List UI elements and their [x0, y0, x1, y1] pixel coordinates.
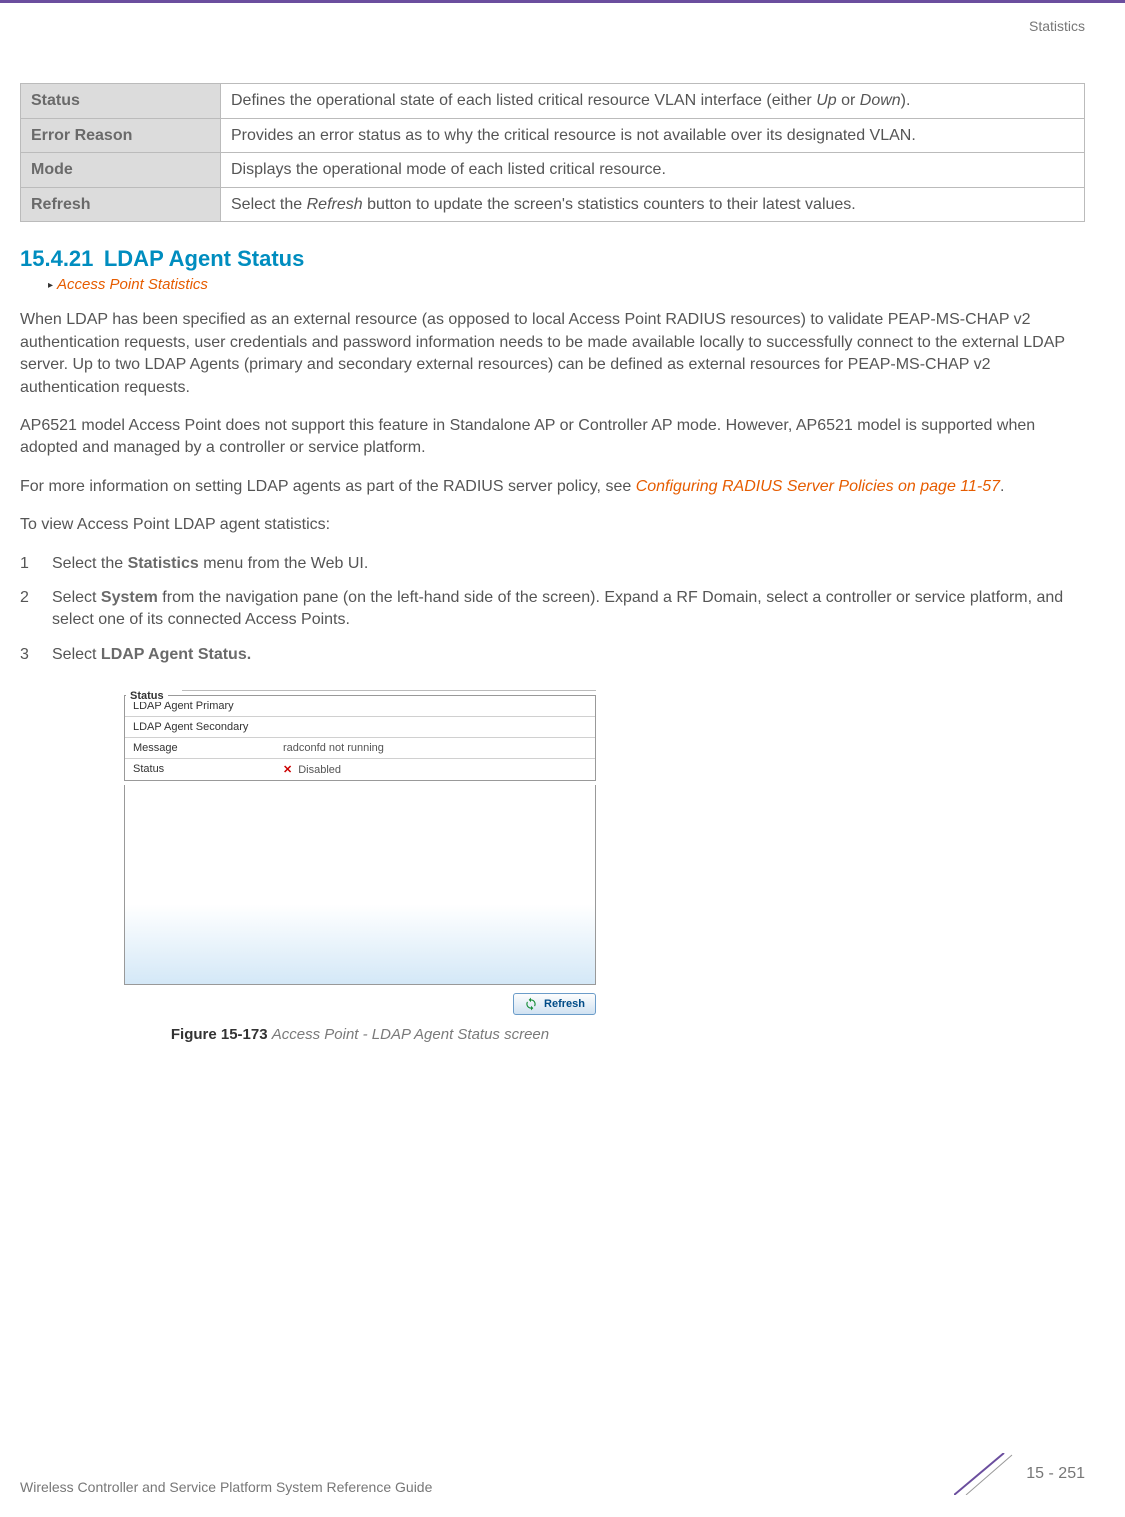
status-row: Status ✕Disabled: [125, 759, 595, 780]
refresh-label: Refresh: [544, 998, 585, 1010]
def-text: Defines the operational state of each li…: [221, 84, 1085, 119]
section-number: 15.4.21: [20, 246, 93, 272]
def-text: Select the Refresh button to update the …: [221, 187, 1085, 222]
status-value: ✕Disabled: [283, 763, 587, 776]
definition-table: Status Defines the operational state of …: [20, 83, 1085, 222]
status-key: Status: [133, 763, 283, 776]
def-text: Provides an error status as to why the c…: [221, 118, 1085, 153]
status-key: Message: [133, 742, 283, 754]
refresh-icon: [524, 997, 538, 1011]
table-row: Mode Displays the operational mode of ea…: [21, 153, 1085, 188]
status-value: radconfd not running: [283, 742, 587, 754]
list-item: 1 Select the Statistics menu from the We…: [20, 553, 1085, 575]
section-title: LDAP Agent Status: [104, 246, 304, 272]
refresh-button[interactable]: Refresh: [513, 993, 596, 1015]
page-corner-decoration: [954, 1453, 1014, 1495]
figure: Status LDAP Agent Primary LDAP Agent Sec…: [120, 678, 1085, 1043]
def-text: Displays the operational mode of each li…: [221, 153, 1085, 188]
page-number: 15 - 251: [1026, 1465, 1085, 1483]
cross-reference-link[interactable]: Configuring RADIUS Server Policies on pa…: [636, 478, 1000, 495]
paragraph: To view Access Point LDAP agent statisti…: [20, 514, 1085, 536]
table-row: Refresh Select the Refresh button to upd…: [21, 187, 1085, 222]
paragraph: For more information on setting LDAP age…: [20, 476, 1085, 498]
status-value: [283, 721, 587, 733]
def-label: Status: [21, 84, 221, 119]
status-key: LDAP Agent Secondary: [133, 721, 283, 733]
status-panel: Status LDAP Agent Primary LDAP Agent Sec…: [120, 678, 600, 1018]
breadcrumb[interactable]: Access Point Statistics: [48, 276, 1085, 293]
figure-caption: Figure 15-173 Access Point - LDAP Agent …: [120, 1026, 600, 1043]
paragraph: When LDAP has been specified as an exter…: [20, 309, 1085, 399]
table-row: Status Defines the operational state of …: [21, 84, 1085, 119]
footer: Wireless Controller and Service Platform…: [20, 1453, 1085, 1495]
status-row: LDAP Agent Secondary: [125, 717, 595, 738]
status-value: [283, 700, 587, 712]
def-label: Refresh: [21, 187, 221, 222]
section-heading: 15.4.21 LDAP Agent Status: [20, 246, 1085, 274]
blank-area: [124, 785, 596, 985]
def-label: Mode: [21, 153, 221, 188]
guide-title: Wireless Controller and Service Platform…: [20, 1479, 432, 1495]
paragraph: AP6521 model Access Point does not suppo…: [20, 415, 1085, 460]
header-section-label: Statistics: [1029, 18, 1085, 34]
status-row: Message radconfd not running: [125, 738, 595, 759]
steps-list: 1 Select the Statistics menu from the We…: [20, 553, 1085, 667]
list-item: 3 Select LDAP Agent Status.: [20, 644, 1085, 666]
fieldset-legend: Status: [126, 690, 168, 702]
table-row: Error Reason Provides an error status as…: [21, 118, 1085, 153]
list-item: 2 Select System from the navigation pane…: [20, 587, 1085, 632]
status-row: LDAP Agent Primary: [125, 696, 595, 717]
def-label: Error Reason: [21, 118, 221, 153]
disabled-icon: ✕: [283, 764, 292, 776]
